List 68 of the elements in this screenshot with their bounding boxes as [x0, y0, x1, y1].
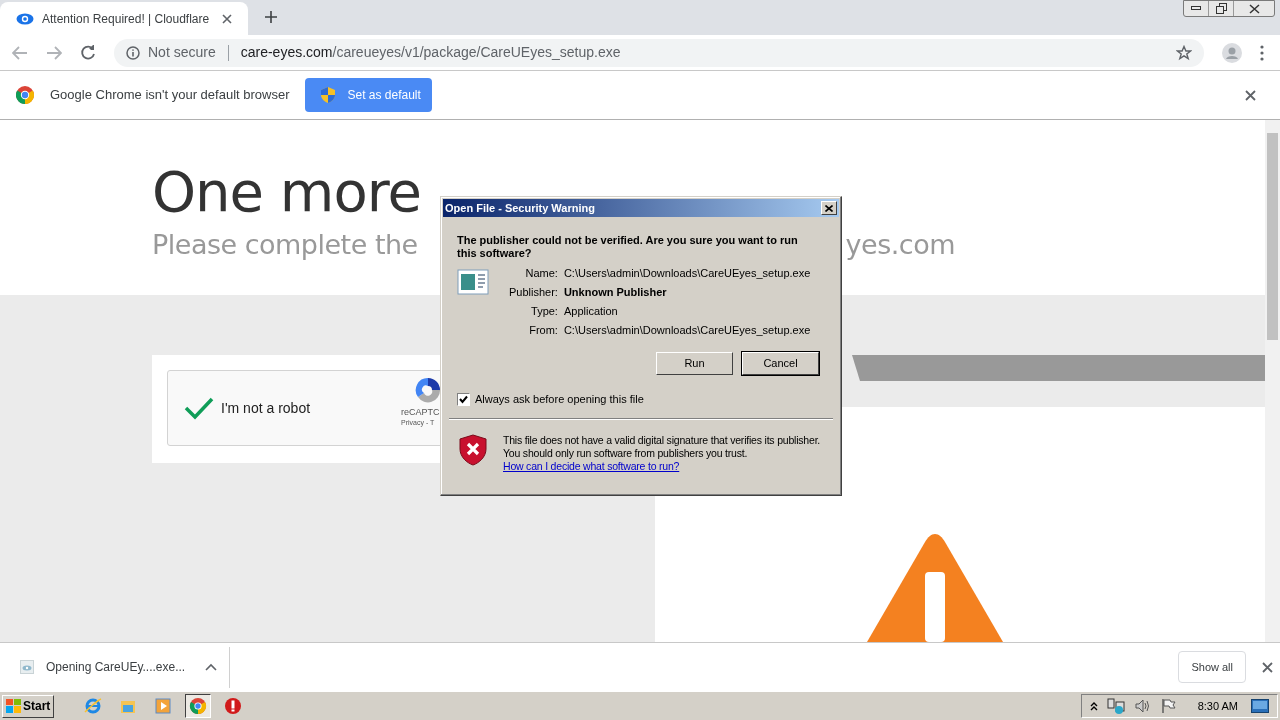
scrollbar[interactable] [1265, 120, 1280, 642]
info-icon [126, 45, 140, 60]
restore-icon[interactable] [1215, 3, 1227, 14]
application-icon [457, 269, 489, 295]
field-label: Type: [530, 304, 558, 318]
address-bar[interactable]: Not secure care-eyes.com/careueyes/v1/package/CareUEyes_setup.exe [114, 38, 1204, 67]
page-subtitle: Please complete the [152, 228, 418, 262]
clock[interactable]: 8:30 AM [1197, 697, 1238, 715]
taskbar-button[interactable] [185, 694, 212, 718]
minimize-icon[interactable] [1191, 6, 1201, 11]
page-heading: One more [152, 158, 421, 226]
field-value: Application [563, 304, 619, 318]
infobar-message: Google Chrome isn't your default browser [50, 86, 290, 105]
close-button[interactable] [821, 201, 837, 215]
checkbox-label[interactable]: Always ask before opening this file [475, 391, 644, 408]
flag-icon[interactable] [1160, 698, 1177, 714]
field-label: Publisher: [509, 285, 558, 299]
close-icon[interactable] [1262, 661, 1273, 673]
download-filename: Opening CareUEy....exe... [46, 659, 186, 676]
new-tab-icon[interactable] [264, 10, 278, 24]
dialog-button[interactable]: Run [656, 352, 733, 375]
avatar-icon[interactable] [1222, 42, 1242, 63]
dialog-question: The publisher could not be verified. Are you sure you want to run this software? [457, 234, 799, 260]
start-button[interactable]: Start [2, 694, 55, 718]
star-icon[interactable] [1176, 44, 1192, 61]
chrome-logo-icon [16, 86, 34, 104]
caret-up-icon[interactable] [205, 663, 218, 671]
close-icon[interactable] [1248, 3, 1260, 14]
shield-error-icon [459, 433, 487, 466]
scrollbar-thumb[interactable] [1267, 133, 1278, 340]
window-controls[interactable] [1183, 0, 1275, 17]
field-label: Name: [524, 266, 558, 280]
shield-icon [321, 87, 336, 103]
close-icon[interactable] [1245, 89, 1256, 101]
show-desktop-icon[interactable] [1251, 699, 1269, 713]
windows-logo-icon [6, 699, 21, 713]
captcha-label: I'm not a robot [221, 398, 311, 418]
network-icon[interactable] [1106, 698, 1125, 714]
field-value: C:\Users\admin\Downloads\CareUEyes_setup.exe [563, 266, 811, 280]
chrome-icon [189, 697, 208, 715]
captcha-brand: reCAPTC [401, 407, 440, 418]
dialog-title-bar[interactable]: Open File - Security Warning [443, 199, 839, 217]
speaker-icon[interactable] [1133, 698, 1152, 714]
download-item[interactable]: Opening CareUEy....exe... [0, 646, 230, 688]
dialog-title: Open File - Security Warning [445, 200, 596, 216]
dialog-button[interactable]: Cancel [742, 352, 819, 375]
chevron-up-icon[interactable] [1089, 701, 1098, 711]
eye-icon [16, 12, 34, 25]
security-label[interactable]: Not secure [148, 42, 216, 63]
ie-icon [84, 697, 103, 715]
field-value: Unknown Publisher [563, 285, 668, 299]
menu-icon[interactable] [1260, 44, 1264, 61]
show-all-button[interactable]: Show all [1178, 651, 1246, 683]
reload-icon[interactable] [80, 44, 96, 61]
checkbox[interactable] [457, 392, 470, 406]
tab-title: Attention Required! | Cloudflare [42, 10, 211, 28]
file-icon [20, 660, 34, 674]
recaptcha-logo-icon [415, 377, 441, 403]
warning-text: This file does not have a valid digital signature that verifies its publisher. You should only run software from publishers you trust. [503, 433, 822, 460]
close-icon [825, 204, 833, 212]
media-player-icon [154, 697, 173, 715]
help-link[interactable]: How can I decide what software to run? [503, 459, 828, 473]
page-subtitle: yes.com [845, 228, 955, 262]
close-icon[interactable] [222, 13, 232, 24]
field-value: C:\Users\admin\Downloads\CareUEyes_setup.exe [563, 323, 811, 337]
field-label: From: [528, 323, 558, 337]
browser-tab[interactable]: Attention Required! | Cloudflare [0, 2, 248, 35]
url-text: care-eyes.com/careueyes/v1/package/CareUEyes_setup.exe [240, 43, 622, 62]
